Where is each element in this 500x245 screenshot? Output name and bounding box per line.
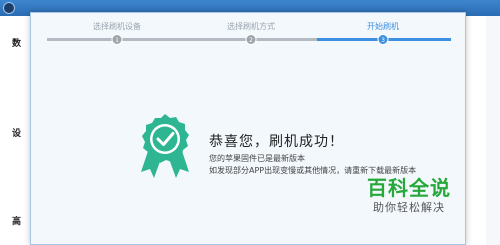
- app-right-strip: [486, 16, 500, 245]
- step-dot-1: 1: [111, 34, 123, 45]
- side-label-3: 高: [12, 217, 22, 227]
- step-line-done: [47, 38, 317, 41]
- step-label-3: 开始刷机: [367, 22, 399, 31]
- success-title: 恭喜您，刷机成功！: [209, 134, 344, 150]
- side-label-1: 数: [12, 39, 22, 49]
- firmware-status-text: 您的苹果固件已是最新版本: [209, 154, 305, 163]
- app-logo-icon: [3, 2, 15, 14]
- step-dot-2: 2: [245, 34, 257, 45]
- side-label-2: 设: [12, 129, 22, 139]
- step-label-2: 选择刷机方式: [227, 22, 275, 31]
- watermark-slogan: 助你轻松解决: [373, 201, 445, 214]
- step-progress: 选择刷机设备 选择刷机方式 开始刷机 1 2 3: [31, 13, 465, 53]
- step-label-1: 选择刷机设备: [93, 22, 141, 31]
- step-dot-3: 3: [377, 34, 389, 45]
- success-badge-icon: [141, 114, 189, 178]
- watermark-logo: 百科全说: [367, 176, 451, 200]
